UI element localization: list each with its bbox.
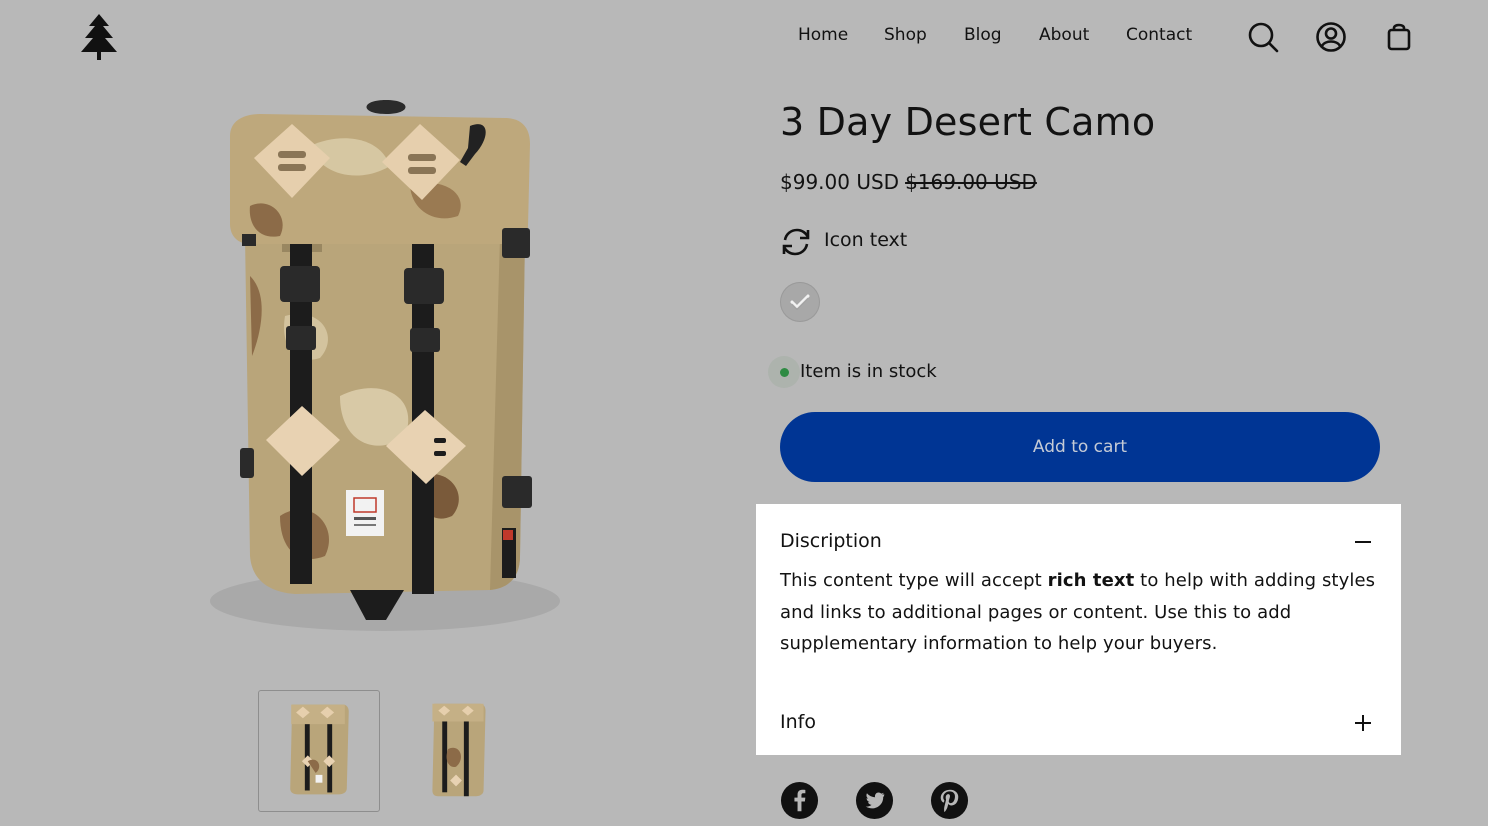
stock-label: Item is in stock (800, 361, 937, 382)
twitter-icon[interactable] (855, 781, 894, 820)
nav-home[interactable]: Home (798, 25, 848, 45)
pinterest-icon[interactable] (930, 781, 969, 820)
product-accordion: Discription This content type will accep… (756, 504, 1401, 755)
stock-indicator (768, 356, 800, 388)
description-toggle[interactable]: Discription (780, 526, 1376, 556)
rich-text-bold: rich text (1047, 570, 1135, 591)
description-label: Discription (780, 530, 882, 552)
compare-price: $169.00 USD (905, 170, 1037, 194)
thumbnail-2[interactable] (397, 690, 519, 812)
nav-about[interactable]: About (1039, 25, 1089, 45)
checkmark-icon (790, 294, 810, 310)
thumbnail-1[interactable] (258, 690, 380, 812)
search-icon[interactable] (1246, 19, 1280, 55)
account-icon[interactable] (1314, 19, 1348, 55)
nav-contact[interactable]: Contact (1126, 25, 1192, 45)
add-to-cart-button[interactable]: Add to cart (780, 412, 1380, 482)
price: $99.00 USD $169.00 USD (780, 170, 1037, 194)
refresh-icon (780, 226, 812, 258)
info-toggle[interactable]: Info (780, 707, 1376, 737)
sale-price: $99.00 USD (780, 170, 900, 194)
nav-blog[interactable]: Blog (964, 25, 1002, 45)
product-image (190, 96, 580, 636)
plus-icon (1354, 714, 1372, 732)
facebook-icon[interactable] (780, 781, 819, 820)
nav-shop[interactable]: Shop (884, 25, 927, 45)
site-header: Home Shop Blog About Contact (0, 0, 1488, 76)
product-title: 3 Day Desert Camo (780, 100, 1156, 144)
tree-logo-icon[interactable] (78, 12, 120, 62)
cart-icon[interactable] (1382, 19, 1416, 55)
variant-swatch[interactable] (780, 282, 820, 322)
info-label: Info (780, 711, 816, 733)
minus-icon (1354, 533, 1372, 551)
description-content: This content type will accept rich text … (780, 570, 1376, 654)
icon-text-label: Icon text (824, 229, 908, 251)
